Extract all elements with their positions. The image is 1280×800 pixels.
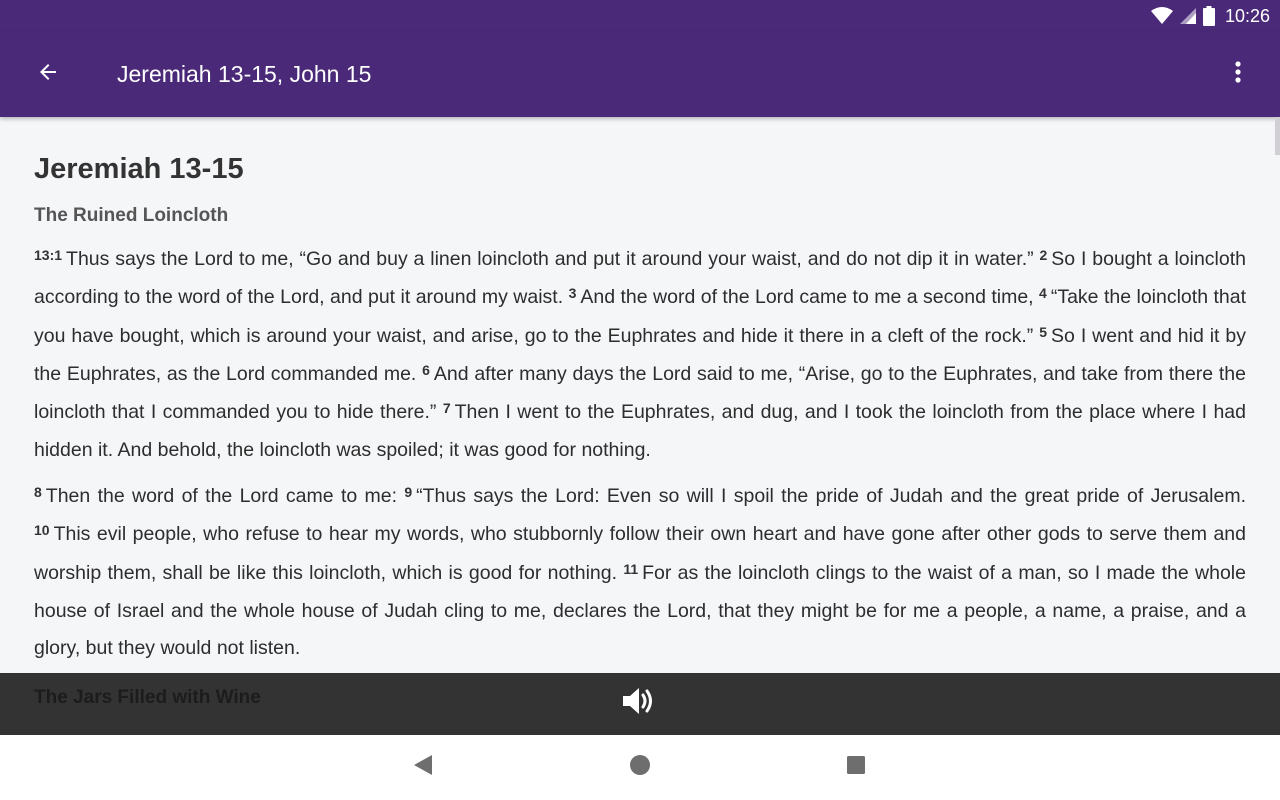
battery-icon <box>1202 6 1215 26</box>
status-clock: 10:26 <box>1224 5 1270 26</box>
verse-number: 8 <box>34 484 42 500</box>
volume-up-icon <box>621 685 657 722</box>
status-bar: 10:26 <box>0 0 1280 32</box>
nav-recents-button[interactable] <box>836 749 876 785</box>
wifi-icon <box>1150 7 1173 25</box>
audio-play-button[interactable] <box>619 683 659 723</box>
verse-number: 2 <box>1039 247 1048 263</box>
verse-text: Then the word of the Lord came to me: <box>45 485 398 507</box>
nav-back-button[interactable] <box>403 749 443 785</box>
book-title: Jeremiah 13-15 <box>34 153 244 185</box>
circle-home-icon <box>629 754 651 781</box>
verse-number: 11 <box>623 560 639 577</box>
scripture-paragraph: 13:1 Thus says the Lord to me, “Go and bu… <box>34 241 1246 470</box>
reading-content[interactable]: Jeremiah 13-15 The Ruined Loincloth 13:1… <box>0 117 1280 673</box>
section-heading: The Ruined Loincloth <box>34 205 229 226</box>
overflow-menu-button[interactable] <box>1214 46 1262 102</box>
more-vert-icon <box>1235 60 1241 89</box>
section-heading: The Jars Filled with Wine <box>34 687 261 708</box>
system-nav-bar <box>0 735 1280 800</box>
verse-text: Thus says the Lord to me, “Go and buy a … <box>66 248 1034 270</box>
verse-text: “Thus says the Lord: Even so will I spoi… <box>416 485 1246 507</box>
verse-number: 5 <box>1039 323 1048 340</box>
triangle-back-icon <box>413 754 433 781</box>
arrow-back-icon <box>36 60 60 89</box>
verse-number: 9 <box>404 484 413 500</box>
square-recent-icon <box>846 755 866 780</box>
scripture-paragraph: 8 Then the word of the Lord came to me: 9… <box>34 478 1246 667</box>
back-button[interactable] <box>20 47 76 103</box>
app-bar: Jeremiah 13-15, John 15 <box>0 32 1280 117</box>
nav-home-button[interactable] <box>620 749 660 785</box>
verse-text: And the word of the Lord came to me a se… <box>580 286 1034 309</box>
cell-signal-icon <box>1179 7 1197 25</box>
audio-control-bar: The Jars Filled with Wine <box>0 673 1280 735</box>
verse-number: 4 <box>1039 285 1047 302</box>
verse-number: 7 <box>442 400 451 417</box>
page-title: Jeremiah 13-15, John 15 <box>117 61 372 87</box>
scrollbar-thumb[interactable] <box>1275 117 1280 155</box>
verse-number: 3 <box>568 285 577 302</box>
verse-number: 6 <box>422 361 430 378</box>
verse-number: 10 <box>34 522 50 539</box>
verse-number: 13:1 <box>34 247 63 263</box>
